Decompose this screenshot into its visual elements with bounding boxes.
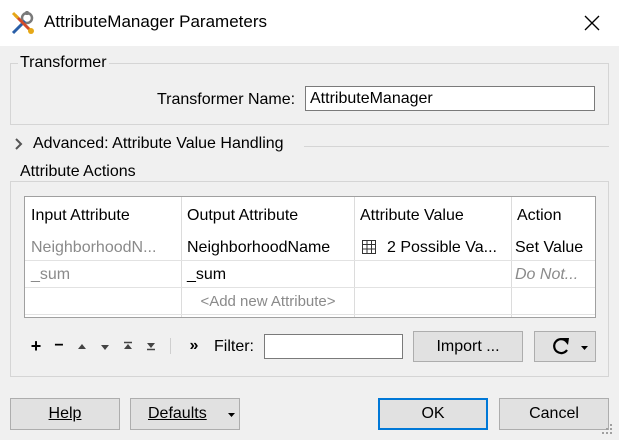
help-button-label: Help bbox=[48, 405, 82, 422]
cancel-button[interactable]: Cancel bbox=[499, 398, 609, 430]
row-divider bbox=[25, 287, 595, 288]
move-to-bottom-icon[interactable] bbox=[146, 341, 156, 351]
row-1-output-attribute[interactable]: NeighborhoodName bbox=[183, 239, 353, 257]
close-icon bbox=[584, 15, 600, 31]
transformer-name-input[interactable] bbox=[305, 86, 595, 111]
row-divider bbox=[25, 260, 595, 261]
attribute-actions-label: Attribute Actions bbox=[18, 163, 138, 181]
import-button[interactable]: Import ... bbox=[413, 331, 523, 362]
advanced-section-toggle[interactable]: Advanced: Attribute Value Handling bbox=[14, 134, 610, 156]
row-2-output-attribute[interactable]: _sum bbox=[183, 266, 353, 284]
expand-toolbar-button[interactable]: » bbox=[186, 337, 202, 355]
column-divider bbox=[511, 197, 512, 317]
add-new-attribute-row[interactable]: <Add new Attribute> bbox=[183, 293, 353, 310]
resize-grip-icon[interactable] bbox=[600, 422, 614, 436]
close-button[interactable] bbox=[574, 6, 610, 40]
move-down-icon[interactable] bbox=[100, 343, 110, 351]
row-divider bbox=[25, 314, 595, 315]
title-bar: AttributeManager Parameters bbox=[0, 0, 619, 46]
refresh-icon bbox=[553, 338, 569, 355]
advanced-divider bbox=[304, 146, 609, 147]
transformer-group-label: Transformer bbox=[18, 54, 109, 72]
move-up-icon[interactable] bbox=[77, 343, 87, 351]
row-2-input-attribute[interactable]: _sum bbox=[27, 266, 179, 284]
row-1-input-attribute[interactable]: NeighborhoodN... bbox=[27, 239, 179, 257]
defaults-button-label: Defaults bbox=[148, 405, 207, 422]
dropdown-arrow-icon bbox=[228, 413, 235, 417]
refresh-dropdown-button[interactable] bbox=[534, 331, 596, 362]
move-to-top-icon[interactable] bbox=[123, 341, 133, 351]
row-2-action[interactable]: Do Not... bbox=[511, 266, 595, 284]
remove-row-button[interactable]: − bbox=[51, 337, 67, 355]
column-header-input-attribute[interactable]: Input Attribute bbox=[27, 207, 179, 225]
attribute-table[interactable]: Input Attribute Output Attribute Attribu… bbox=[24, 196, 596, 318]
advanced-section-label: Advanced: Attribute Value Handling bbox=[33, 135, 284, 152]
column-divider bbox=[354, 197, 355, 317]
transformer-name-label: Transformer Name: bbox=[157, 91, 296, 108]
row-1-action[interactable]: Set Value bbox=[511, 239, 595, 257]
window-title: AttributeManager Parameters bbox=[44, 12, 267, 31]
fme-transformer-icon bbox=[10, 10, 36, 36]
ok-button[interactable]: OK bbox=[378, 398, 488, 430]
column-divider bbox=[181, 197, 182, 317]
defaults-button[interactable]: Defaults bbox=[130, 398, 240, 430]
help-button[interactable]: Help bbox=[10, 398, 120, 430]
toolbar-separator bbox=[170, 338, 171, 354]
chevron-right-icon bbox=[15, 138, 23, 150]
add-row-button[interactable]: + bbox=[28, 337, 44, 355]
column-header-output-attribute[interactable]: Output Attribute bbox=[183, 207, 353, 225]
dropdown-arrow-icon bbox=[581, 346, 588, 350]
column-header-attribute-value[interactable]: Attribute Value bbox=[356, 207, 510, 225]
column-header-action[interactable]: Action bbox=[513, 207, 595, 225]
filter-label: Filter: bbox=[214, 338, 254, 355]
table-icon bbox=[362, 240, 376, 259]
filter-input[interactable] bbox=[264, 334, 403, 359]
row-1-attribute-value[interactable]: 2 Possible Va... bbox=[383, 239, 510, 257]
